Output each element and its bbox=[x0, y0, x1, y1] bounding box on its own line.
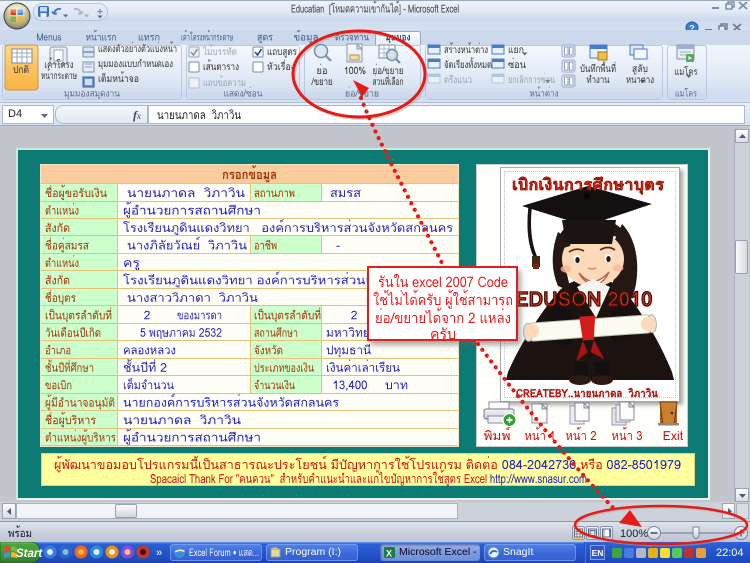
svg-text:Start: Start bbox=[16, 548, 43, 560]
svg-text:X: X bbox=[386, 548, 392, 558]
svg-text:»: » bbox=[156, 547, 162, 559]
